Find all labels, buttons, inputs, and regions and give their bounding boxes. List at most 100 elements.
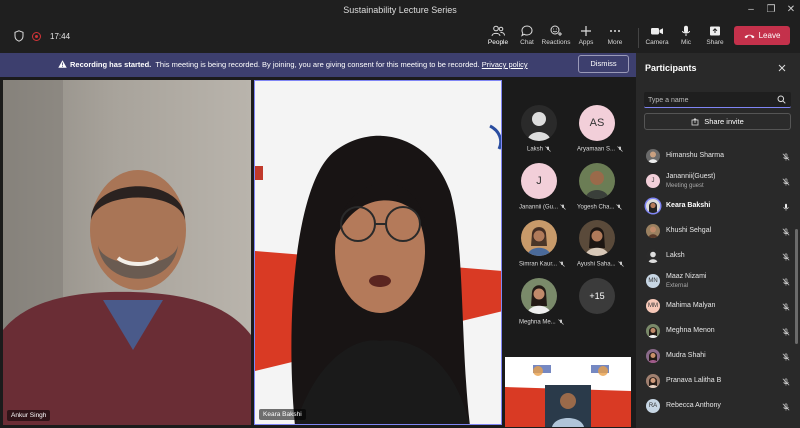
gallery-label: Simran Kaur... xyxy=(519,261,558,268)
mic-off-icon xyxy=(617,261,624,267)
gallery-item-aryamaan[interactable]: AS Aryamaan S... xyxy=(577,105,623,153)
gallery-label: Laksh xyxy=(526,146,543,153)
gallery-item-meghna[interactable]: Meghna Me... xyxy=(519,278,564,326)
close-panel-icon[interactable] xyxy=(778,64,786,72)
privacy-policy-link[interactable]: Privacy policy xyxy=(482,60,528,69)
participant-row[interactable]: Mudra Shahi xyxy=(636,345,790,369)
mic-off-icon xyxy=(559,261,565,267)
avatar: MM xyxy=(646,299,660,313)
shared-content-thumbnail[interactable] xyxy=(505,357,631,427)
panel-title: Participants xyxy=(645,63,697,73)
title-bar: Sustainability Lecture Series – ❐ ✕ xyxy=(0,0,800,22)
participant-name: Laksh xyxy=(666,252,685,259)
gallery-item-ayushi[interactable]: Ayushi Saha... xyxy=(577,220,624,268)
participant-row[interactable]: MM Mahima Malyan xyxy=(636,295,790,319)
participant-name: Rebecca Anthony xyxy=(666,402,721,409)
mic-off-icon xyxy=(782,228,790,236)
banner-text: Recording has started. This meeting is b… xyxy=(70,60,528,69)
gallery-item-laksh[interactable]: Laksh xyxy=(519,105,559,153)
avatar xyxy=(646,149,660,163)
participant-name: Pranava Lalitha B xyxy=(666,377,722,384)
gallery-overflow[interactable]: +15 xyxy=(577,278,617,314)
mic-off-icon xyxy=(782,353,790,361)
gallery-item-simran[interactable]: Simran Kaur... xyxy=(519,220,565,268)
more-button[interactable]: More xyxy=(598,24,632,52)
overflow-count: +15 xyxy=(579,278,615,314)
participant-row[interactable]: J Janannii(Guest) Meeting guest xyxy=(636,170,790,194)
share-invite-button[interactable]: Share invite xyxy=(644,113,791,130)
more-label: More xyxy=(607,39,623,46)
avatar xyxy=(521,105,557,141)
mic-off-icon xyxy=(782,278,790,286)
more-icon xyxy=(610,30,620,32)
share-button[interactable]: Share xyxy=(698,24,732,52)
chat-icon xyxy=(521,25,533,37)
participant-row[interactable]: Keara Bakshi xyxy=(636,195,789,219)
participant-name: Khushi Sehgal xyxy=(666,227,712,234)
tile-name-ankur: Ankur Singh xyxy=(7,410,51,421)
search-icon[interactable] xyxy=(777,95,786,104)
mic-off-icon xyxy=(616,204,623,210)
avatar: RA xyxy=(646,399,660,413)
mic-icon xyxy=(682,25,690,36)
search-input[interactable] xyxy=(648,94,768,106)
participant-row[interactable]: Himanshu Sharma xyxy=(636,145,790,169)
participant-name: Himanshu Sharma xyxy=(666,152,724,159)
warning-icon xyxy=(58,60,67,68)
participant-list-scrollbar[interactable] xyxy=(795,229,798,344)
avatar xyxy=(521,220,557,256)
avatar-photo-simran xyxy=(527,227,551,256)
participant-row[interactable]: Pranava Lalitha B xyxy=(636,370,790,394)
participant-video-ankur xyxy=(3,80,251,425)
participant-row[interactable]: Laksh xyxy=(636,245,790,269)
banner-body-text: This meeting is being recorded. By joini… xyxy=(155,60,480,69)
participant-search[interactable] xyxy=(644,92,791,108)
mic-off-icon xyxy=(782,253,790,261)
share-invite-label: Share invite xyxy=(704,117,744,126)
shield-icon[interactable] xyxy=(14,30,24,42)
dismiss-button[interactable]: Dismiss xyxy=(578,55,629,73)
participant-role: Meeting guest xyxy=(666,183,704,189)
avatar-photo-yogesh xyxy=(585,171,609,199)
participant-name: Mudra Shahi xyxy=(666,352,706,359)
toolbar-divider xyxy=(638,28,639,48)
shared-content-preview xyxy=(505,365,631,427)
participant-row[interactable]: Khushi Sehgal xyxy=(636,220,790,244)
participant-row[interactable]: MN Maaz Nizami External xyxy=(636,270,790,294)
gallery-item-yogesh[interactable]: Yogesh Cha... xyxy=(577,163,623,211)
gallery-item-janannii[interactable]: J Janannii (Gu... xyxy=(519,163,566,211)
participant-name: Mahima Malyan xyxy=(666,302,716,309)
minimize-icon[interactable]: – xyxy=(743,3,759,17)
avatar xyxy=(579,220,615,256)
reactions-button[interactable]: Reactions xyxy=(539,24,573,52)
avatar-photo-meghna xyxy=(527,285,551,314)
reactions-label: Reactions xyxy=(541,39,571,46)
avatar-photo-ayushi xyxy=(585,227,609,256)
mic-on-icon xyxy=(783,203,789,211)
recording-banner: Recording has started. This meeting is b… xyxy=(0,53,636,77)
leave-button[interactable]: Leave xyxy=(734,26,790,45)
video-tile-keara[interactable]: Keara Bakshi xyxy=(254,80,502,425)
recording-indicator-icon xyxy=(32,32,41,41)
video-tile-ankur[interactable]: Ankur Singh xyxy=(3,80,251,425)
reactions-icon xyxy=(550,25,562,36)
mic-off-icon xyxy=(782,403,790,411)
gallery-label: Yogesh Cha... xyxy=(577,204,615,211)
gallery-label: Meghna Me... xyxy=(519,319,556,326)
people-icon xyxy=(491,25,505,37)
gallery-label: Janannii (Gu... xyxy=(519,204,559,211)
apps-icon xyxy=(581,26,591,36)
mic-off-icon xyxy=(782,328,790,336)
participant-name: Maaz Nizami xyxy=(666,273,707,280)
participant-row[interactable]: RA Rebecca Anthony xyxy=(636,395,790,419)
close-window-icon[interactable]: ✕ xyxy=(783,3,799,17)
share-icon xyxy=(710,26,720,36)
avatar xyxy=(646,349,660,363)
gallery-label: Aryamaan S... xyxy=(577,146,616,153)
mic-off-icon xyxy=(545,146,551,152)
avatar-photo xyxy=(648,226,658,238)
restore-icon[interactable]: ❐ xyxy=(763,3,779,17)
mic-off-icon xyxy=(557,319,564,325)
participant-row[interactable]: Meghna Menon xyxy=(636,320,790,344)
gallery-label: Ayushi Saha... xyxy=(577,261,616,268)
